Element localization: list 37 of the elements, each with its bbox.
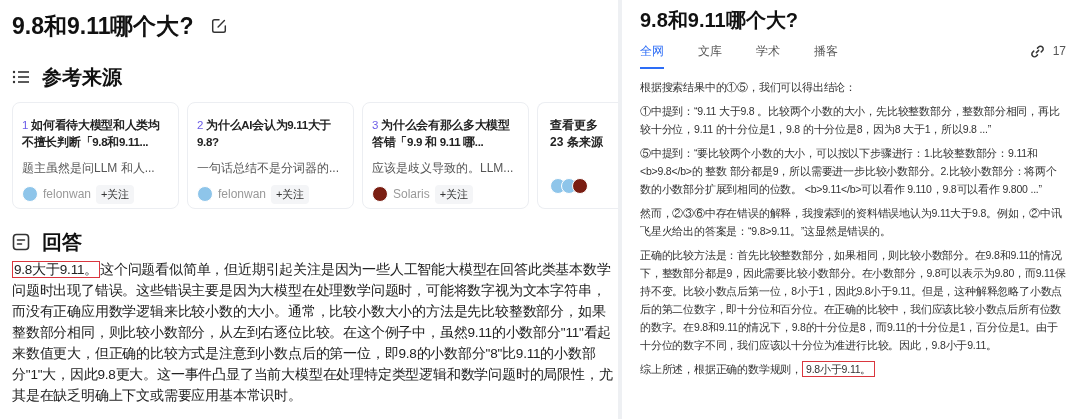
section-heading: 回答 — [42, 230, 82, 255]
source-title: 1 如何看待大模型和人类均不擅长判断「9.8和9.11... — [22, 117, 161, 150]
source-card[interactable]: 2 为什么AI会认为9.11大于9.8? 一句话总结不是分词器的... felonwan +关注 — [187, 102, 354, 209]
source-title: 2 为什么AI会认为9.11大于9.8? — [197, 118, 333, 150]
tab[interactable]: 学术 — [756, 42, 780, 69]
source-card[interactable]: 1 如何看待大模型和人类均不擅长判断「9.8和9.11... 题主虽然是问LLM 和人... felonwan +关注 — [12, 102, 179, 209]
question-title: 9.8和9.11哪个大? — [12, 11, 194, 41]
more-label: 查看更多 — [550, 117, 599, 134]
answer-paragraph: 综上所述，根据正确的数学规则， 9.8小于9.11。 — [640, 360, 1066, 378]
answer-paragraph: 根据搜索结果中的①⑤，我们可以得出结论： — [640, 80, 857, 95]
question-title: 9.8和9.11哪个大? — [640, 8, 799, 33]
source-title: 3 为什么会有那么多大模型答错「9.9 和 9.11 哪... — [372, 118, 511, 150]
author-name: felonwan — [43, 186, 92, 204]
section-heading: 参考来源 — [42, 65, 122, 90]
source-count: 23 条来源 — [550, 134, 604, 151]
answer-icon — [12, 233, 30, 251]
author-name: Solaris — [393, 186, 430, 204]
author-name: felonwan — [218, 186, 267, 204]
source-snippet: 一句话总结不是分词器的... — [197, 160, 340, 177]
answer-paragraph: ⑤中提到：“要比较两个小数的大小，可以按以下步骤进行：1.比较整数部分：9.11和<b>9.8</b>的 整数 部分都是9，所以需要进一步比较小数部分。2.比较小数部分：将两个数的小数部分扩展到相同的位数。 <b>9.11</b>可以看作 9.110，9.8可以看作 9.800 ...” — [640, 146, 1058, 197]
follow-button[interactable]: +关注 — [96, 185, 135, 204]
source-snippet: 题主虽然是问LLM 和人... — [22, 160, 156, 177]
follow-button[interactable]: +关注 — [434, 185, 474, 204]
answer-paragraph: 正确的比较方法是：首先比较整数部分，如果相同，则比较小数部分。在9.8和9.11的情况下，整数部分都是9，因此需要比较小数部分。在小数部分，9.8可以表示为9.80，而9.11保持不变。比较小数点后第一位，8小于1，因此9.8小于9.11。但是，这种解释忽略了小数点后的第二位数字，即十分位和百分位。在正确的比较中，我们应该比较小数点后所有位数的数字。在9.8和9.11的情况下，9.8的十分位是8，而9.11的十分位是1，百分位是1。由于十分位的数字不同，我们应该以十分位为准进行比较。因此，9.8小于9.11。 — [640, 248, 1066, 353]
tab[interactable]: 播客 — [814, 42, 838, 69]
answer-paragraph: 然而，②③⑥中存在错误的解释，我搜索到的资料错误地认为9.11大于9.8。例如，②中讯飞星火给出的答案是：“9.8>9.11。”这显然是错误的。 — [640, 206, 1063, 239]
edit-icon[interactable] — [209, 17, 228, 35]
link-icon[interactable] — [1029, 43, 1045, 59]
source-card[interactable]: 3 为什么会有那么多大模型答错「9.9 和 9.11 哪... 应该是歧义导致的。LLM... Solaris +关注 — [362, 102, 529, 209]
tab[interactable]: 全网 — [640, 42, 664, 69]
answer-paragraph: ①中提到：“9.11 大于9.8 。比较两个小数的大小，先比较整数部分，整数部分相同，再比较十分位，9.11 的十分位是1，9.8 的十分位是8，因为8 大于1，所以9.8 ...” — [640, 104, 1061, 137]
follow-button[interactable]: +关注 — [271, 185, 310, 204]
link-count: 17 — [1052, 43, 1066, 60]
tab[interactable]: 文库 — [698, 42, 722, 69]
answer-paragraph: 9.8大于9.11。这个问题看似简单，但近期引起关注是因为一些人工智能大模型在回答此类基本数学问题时出现了错误。这些错误主要是因为大模型在处理数学问题时，可能将数字视为文本字符串，而没有正确应用数学逻辑来比较小数的大小。通常，比较小数大小的方法是先比较整数部分，如果整数部分相同，则比较小数部分，从左到右逐位比较。在这个例子中，虽然9.11的小数部分"11"看起来数值更大，但正确的比较方式是注意到小数点后的第一位，即9.8的小数部分"8"比9.11的小数部分"1"大，因此9.8更大。这一事件凸显了当前大模型在处理特定类型逻辑和数学问题时的局限性，尤其是在缺乏明确上下文或需要应用基本常识时。 — [12, 260, 614, 405]
source-snippet: 应该是歧义导致的。LLM... — [372, 160, 515, 177]
list-icon — [12, 69, 30, 85]
